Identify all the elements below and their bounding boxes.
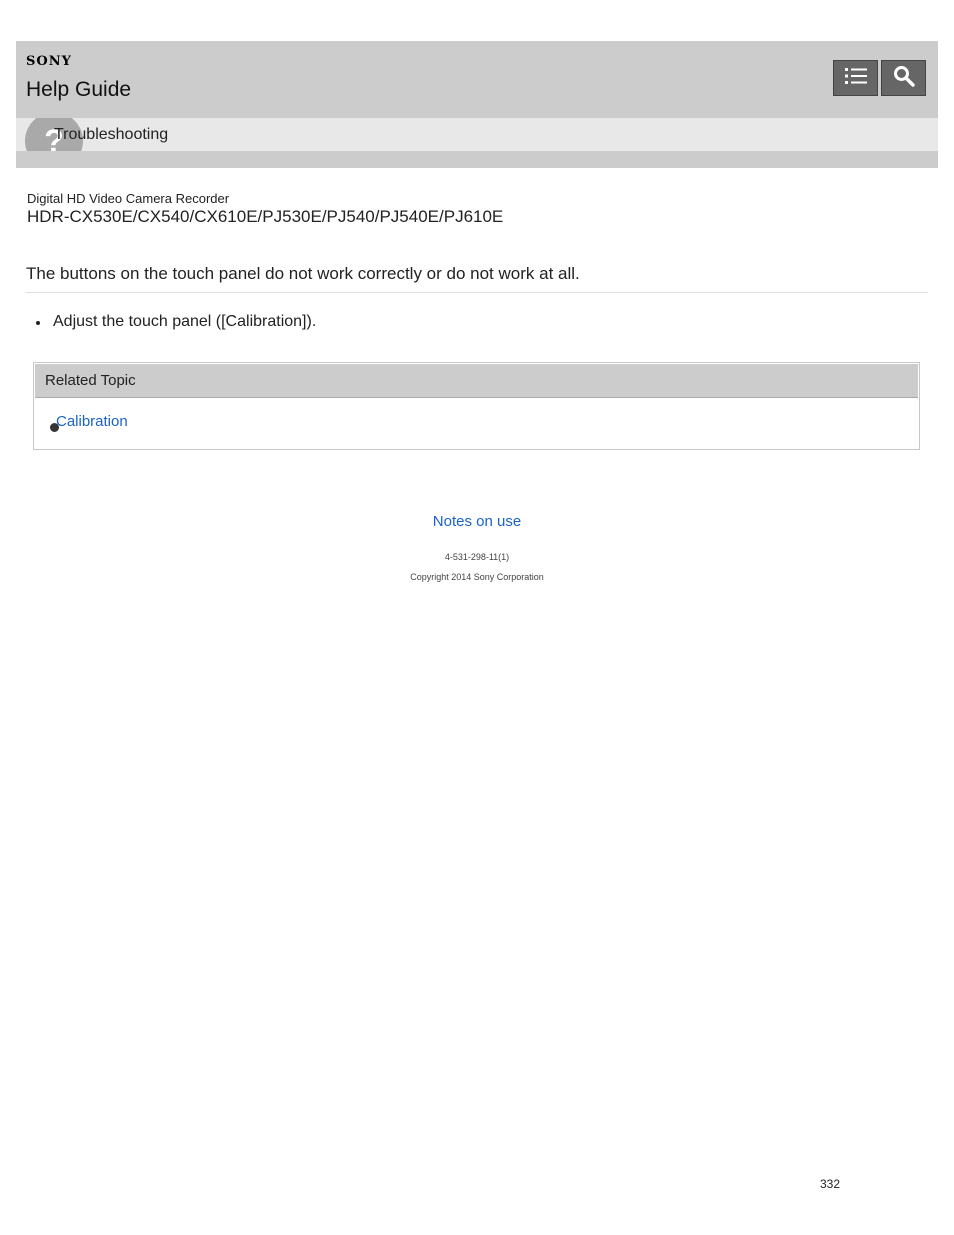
related-topic-header: Related Topic — [35, 364, 918, 398]
copyright-text: Copyright 2014 Sony Corporation — [410, 572, 544, 582]
calibration-link[interactable]: Calibration — [56, 413, 128, 430]
list-item: Adjust the touch panel ([Calibration]). — [36, 313, 316, 331]
page-title: The buttons on the touch panel do not wo… — [26, 264, 580, 283]
category-bar: ? Troubleshooting — [16, 118, 938, 151]
list-icon — [844, 66, 868, 91]
search-button[interactable] — [881, 60, 926, 96]
page-number: 332 — [820, 1177, 841, 1191]
magnifier-icon — [893, 65, 915, 92]
list-item-text: Adjust the touch panel ([Calibration]). — [53, 313, 317, 330]
notes-on-use-link[interactable]: Notes on use — [0, 513, 954, 530]
category-label[interactable]: Troubleshooting — [54, 126, 168, 144]
toc-button[interactable] — [833, 60, 878, 96]
document-id: 4-531-298-11(1) — [444, 552, 510, 562]
related-topic-heading: Related Topic — [45, 372, 136, 389]
instruction-list: Adjust the touch panel ([Calibration]). — [36, 313, 316, 331]
brand-logo: SONY — [26, 54, 72, 69]
site-header: SONY Help Guide ? Troubleshooting — [16, 41, 938, 168]
product-type: Digital HD Video Camera Recorder — [27, 191, 230, 206]
app-title[interactable]: Help Guide — [26, 78, 131, 102]
bullet-dot-icon — [36, 321, 40, 325]
model-name: HDR-CX530E/CX540/CX610E/PJ530E/PJ540/PJ5… — [27, 207, 504, 226]
related-topic-box: Related Topic Calibration — [33, 362, 920, 450]
title-divider — [26, 292, 928, 293]
